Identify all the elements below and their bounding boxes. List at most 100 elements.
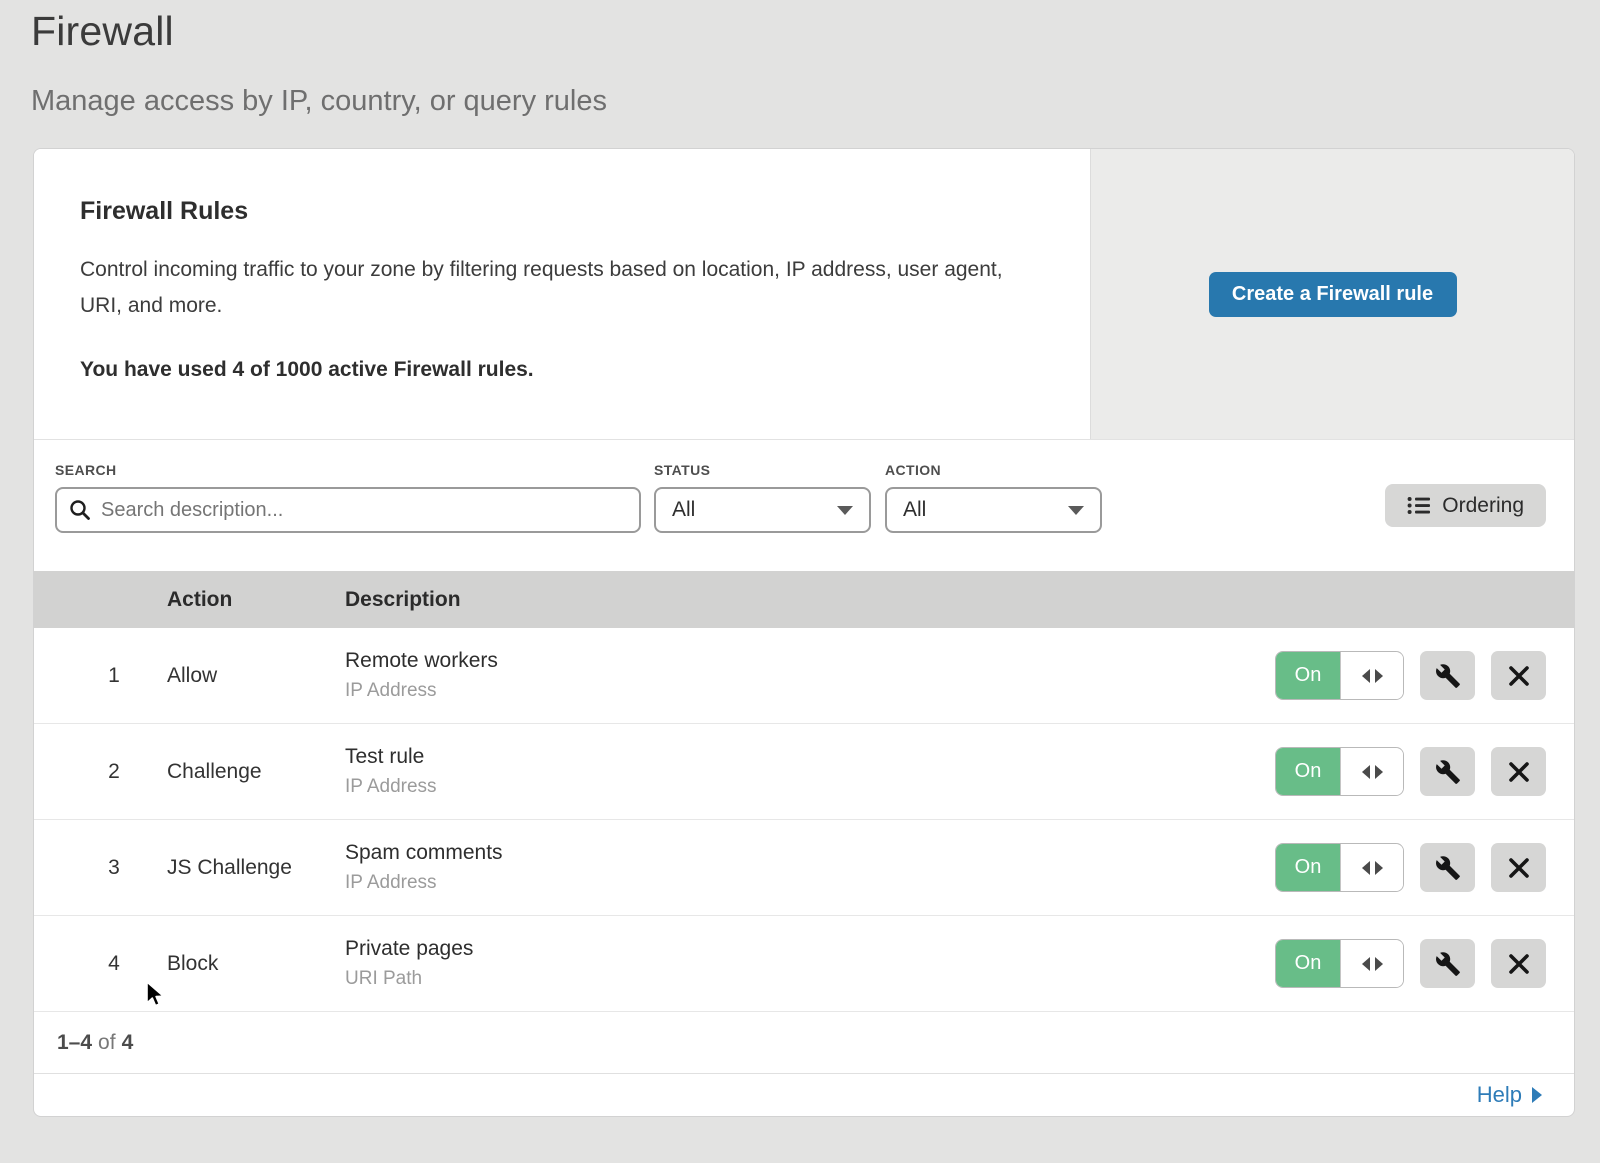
edit-rule-button[interactable] <box>1420 843 1475 892</box>
rule-action: Allow <box>167 664 345 688</box>
arrow-right-icon <box>1375 861 1383 875</box>
rule-description-cell: Private pages URI Path <box>345 937 1275 990</box>
rule-description: Spam comments <box>345 841 1275 865</box>
delete-rule-button[interactable] <box>1491 939 1546 988</box>
filters-bar: SEARCH STATUS All ACTION All <box>34 439 1574 571</box>
rule-description-cell: Spam comments IP Address <box>345 841 1275 894</box>
edit-rule-button[interactable] <box>1420 747 1475 796</box>
toggle-grip <box>1340 748 1403 795</box>
action-select[interactable]: All <box>885 487 1102 533</box>
toggle-on-label: On <box>1276 652 1340 699</box>
arrow-right-icon <box>1375 957 1383 971</box>
wrench-icon <box>1435 951 1461 977</box>
table-header: Action Description <box>34 571 1574 628</box>
search-field-group: SEARCH <box>55 462 641 533</box>
rule-controls: On <box>1275 939 1546 988</box>
table-row: 3 JS Challenge Spam comments IP Address … <box>34 820 1574 916</box>
close-icon <box>1508 665 1530 687</box>
chevron-down-icon <box>837 506 853 515</box>
search-input-wrap <box>55 487 641 533</box>
rule-action: Challenge <box>167 760 345 784</box>
ordering-button-label: Ordering <box>1442 494 1524 518</box>
overview-description: Control incoming traffic to your zone by… <box>80 252 1025 324</box>
ordering-button[interactable]: Ordering <box>1385 484 1546 527</box>
pagination: 1–4 of 4 <box>34 1012 1574 1073</box>
toggle-on-label: On <box>1276 748 1340 795</box>
chevron-down-icon <box>1068 506 1084 515</box>
pagination-of: of <box>98 1031 116 1055</box>
rule-toggle[interactable]: On <box>1275 747 1404 796</box>
action-field-group: ACTION All <box>885 462 1102 533</box>
arrow-right-icon <box>1532 1087 1542 1103</box>
firewall-rules-card: Firewall Rules Control incoming traffic … <box>33 148 1575 1117</box>
description-column-header: Description <box>345 588 1574 612</box>
rule-field: URI Path <box>345 968 1275 990</box>
toggle-on-label: On <box>1276 940 1340 987</box>
rule-description: Private pages <box>345 937 1275 961</box>
search-icon <box>69 499 91 521</box>
overview-text: Firewall Rules Control incoming traffic … <box>34 149 1090 439</box>
wrench-icon <box>1435 663 1461 689</box>
toggle-grip <box>1340 940 1403 987</box>
rule-priority: 3 <box>34 856 167 880</box>
status-select[interactable]: All <box>654 487 871 533</box>
delete-rule-button[interactable] <box>1491 843 1546 892</box>
pagination-total: 4 <box>122 1031 134 1055</box>
help-row: Help <box>34 1073 1574 1116</box>
rule-description: Remote workers <box>345 649 1275 673</box>
rule-toggle[interactable]: On <box>1275 651 1404 700</box>
arrow-left-icon <box>1362 861 1370 875</box>
toggle-on-label: On <box>1276 844 1340 891</box>
rule-field: IP Address <box>345 776 1275 798</box>
action-column-header: Action <box>167 588 345 612</box>
rule-controls: On <box>1275 747 1546 796</box>
arrow-left-icon <box>1362 765 1370 779</box>
rule-priority: 4 <box>34 952 167 976</box>
help-link-label: Help <box>1477 1082 1522 1108</box>
rule-action: JS Challenge <box>167 856 345 880</box>
action-select-value: All <box>903 498 926 522</box>
rule-controls: On <box>1275 651 1546 700</box>
delete-rule-button[interactable] <box>1491 747 1546 796</box>
overview-heading: Firewall Rules <box>80 197 1050 226</box>
search-input[interactable] <box>101 499 627 522</box>
list-ordering-icon <box>1407 496 1431 515</box>
create-firewall-rule-button[interactable]: Create a Firewall rule <box>1209 272 1457 317</box>
overview-section: Firewall Rules Control incoming traffic … <box>34 149 1574 439</box>
status-field-group: STATUS All <box>654 462 871 533</box>
rule-description-cell: Test rule IP Address <box>345 745 1275 798</box>
action-label: ACTION <box>885 462 1102 478</box>
rule-toggle[interactable]: On <box>1275 939 1404 988</box>
page-title: Firewall <box>31 8 1600 55</box>
rule-priority: 2 <box>34 760 167 784</box>
edit-rule-button[interactable] <box>1420 939 1475 988</box>
rule-description: Test rule <box>345 745 1275 769</box>
table-row: 4 Block Private pages URI Path On <box>34 916 1574 1012</box>
rule-field: IP Address <box>345 680 1275 702</box>
arrow-left-icon <box>1362 957 1370 971</box>
arrow-left-icon <box>1362 669 1370 683</box>
edit-rule-button[interactable] <box>1420 651 1475 700</box>
overview-action-panel: Create a Firewall rule <box>1090 149 1574 439</box>
close-icon <box>1508 953 1530 975</box>
table-row: 2 Challenge Test rule IP Address On <box>34 724 1574 820</box>
rule-action: Block <box>167 952 345 976</box>
toggle-grip <box>1340 844 1403 891</box>
arrow-right-icon <box>1375 669 1383 683</box>
help-link[interactable]: Help <box>1477 1082 1542 1108</box>
wrench-icon <box>1435 855 1461 881</box>
rule-priority: 1 <box>34 664 167 688</box>
rule-description-cell: Remote workers IP Address <box>345 649 1275 702</box>
close-icon <box>1508 857 1530 879</box>
delete-rule-button[interactable] <box>1491 651 1546 700</box>
rule-toggle[interactable]: On <box>1275 843 1404 892</box>
status-label: STATUS <box>654 462 871 478</box>
status-select-value: All <box>672 498 695 522</box>
page-subtitle: Manage access by IP, country, or query r… <box>31 85 1600 118</box>
search-label: SEARCH <box>55 462 641 478</box>
pagination-range: 1–4 <box>57 1031 92 1055</box>
page-header: Firewall Manage access by IP, country, o… <box>0 0 1600 118</box>
rule-controls: On <box>1275 843 1546 892</box>
close-icon <box>1508 761 1530 783</box>
rule-field: IP Address <box>345 872 1275 894</box>
